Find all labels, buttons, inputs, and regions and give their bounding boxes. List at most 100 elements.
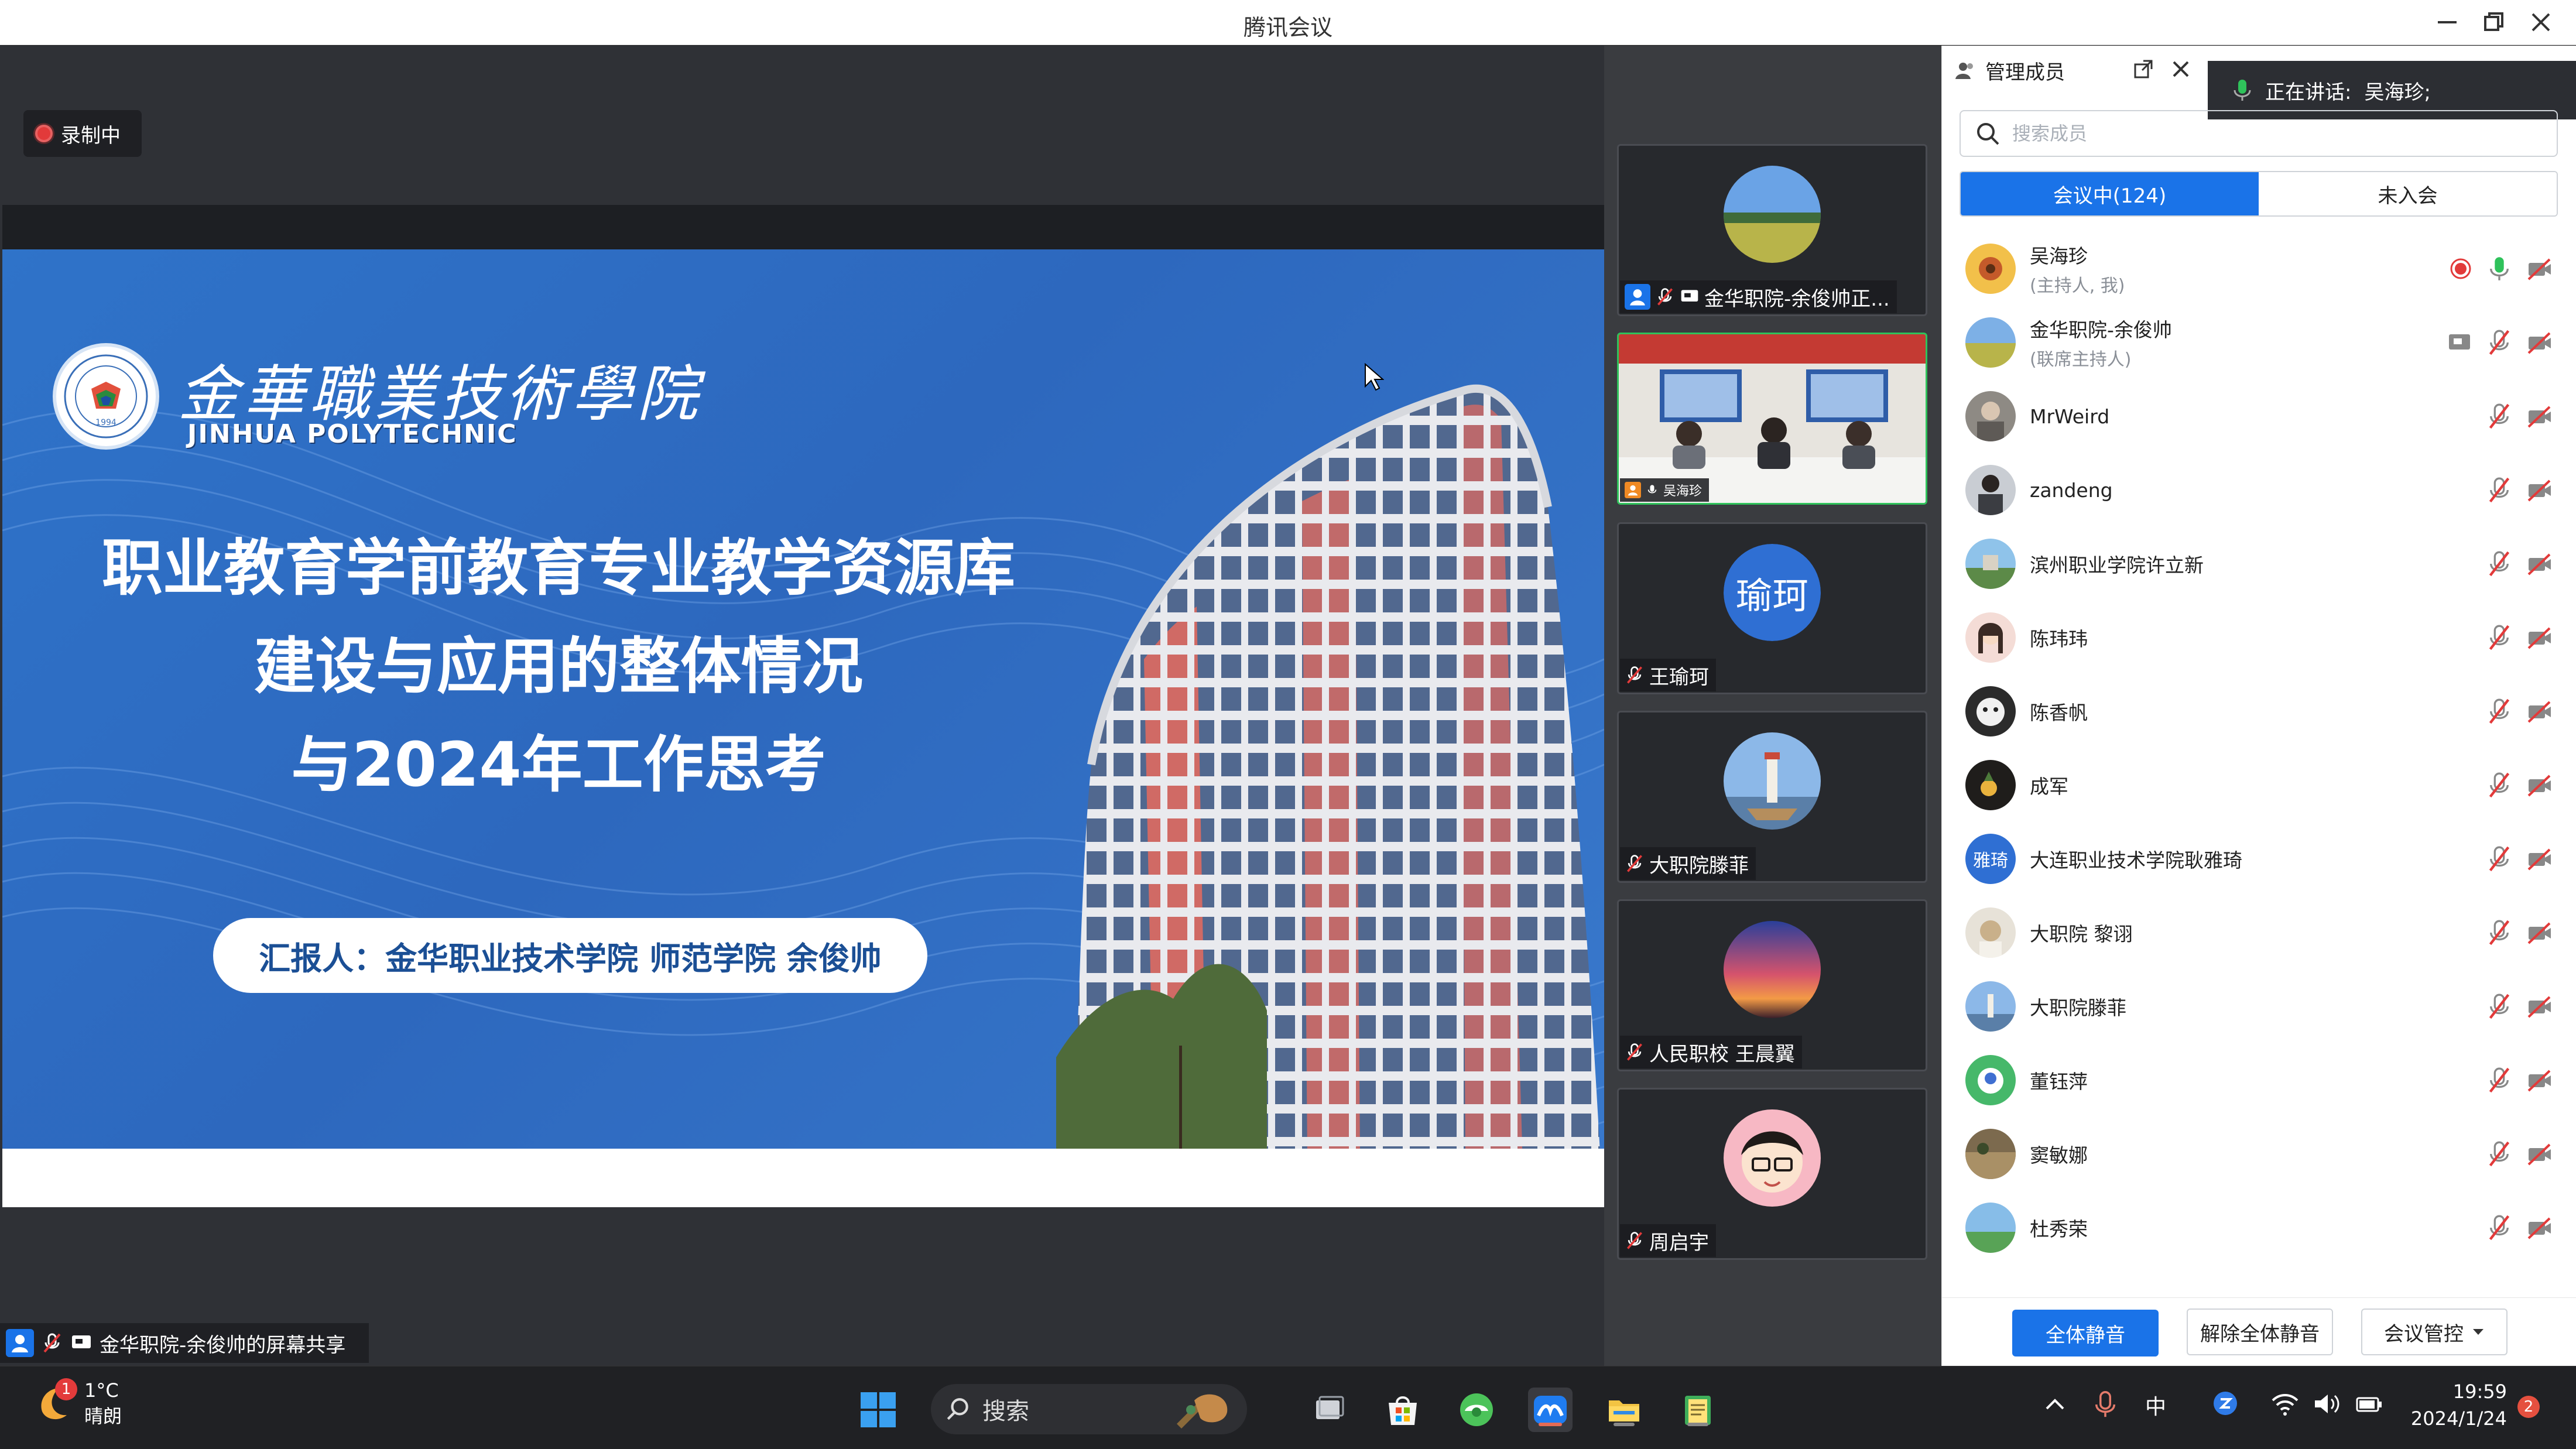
tray-overflow-button[interactable]: [2043, 1392, 2067, 1416]
browser-icon: [1460, 1393, 1493, 1426]
mic-muted-icon[interactable]: [2488, 1067, 2511, 1093]
clock-time: 19:59: [2452, 1381, 2507, 1403]
member-row[interactable]: 雅琦 大连职业技术学院耿雅琦: [1942, 822, 2576, 896]
mic-muted-icon[interactable]: [2488, 920, 2511, 946]
recording-indicator[interactable]: 录制中: [23, 110, 142, 157]
tencent-meeting-button[interactable]: [1528, 1388, 1573, 1432]
camera-off-icon[interactable]: [2526, 773, 2553, 797]
video-tile[interactable]: 瑜珂 王瑜珂: [1617, 522, 1927, 694]
system-clock[interactable]: 19:59 2024/1/24: [2404, 1378, 2507, 1432]
avatar: [1965, 907, 2016, 958]
tab-not-joined[interactable]: 未入会: [2259, 172, 2557, 215]
member-row[interactable]: 吴海珍 (主持人, 我): [1942, 232, 2576, 306]
camera-off-icon[interactable]: [2526, 257, 2553, 280]
camera-off-icon[interactable]: [2526, 1142, 2553, 1166]
start-button[interactable]: [856, 1388, 900, 1432]
battery-button[interactable]: [2355, 1392, 2384, 1416]
mic-muted-icon[interactable]: [2488, 625, 2511, 650]
mute-all-button[interactable]: 全体静音: [2012, 1310, 2159, 1356]
screen-share-label: 金华职院-余俊帅的屏幕共享: [0, 1323, 369, 1363]
camera-off-icon[interactable]: [2526, 478, 2553, 502]
member-name: 大连职业技术学院耿雅琦: [2030, 849, 2242, 872]
member-row[interactable]: 大职院滕菲: [1942, 970, 2576, 1043]
unmute-all-button[interactable]: 解除全体静音: [2187, 1308, 2333, 1355]
window-title: 腾讯会议: [1243, 15, 1332, 40]
member-row[interactable]: 大职院 黎诩: [1942, 896, 2576, 970]
member-row[interactable]: 成军: [1942, 748, 2576, 822]
camera-off-icon[interactable]: [2526, 331, 2553, 354]
minimize-button[interactable]: [2424, 5, 2471, 40]
weather-widget[interactable]: 1 1°C 晴朗: [33, 1378, 122, 1429]
member-name: 成军: [2030, 775, 2068, 798]
camera-off-icon[interactable]: [2526, 405, 2553, 428]
school-logo: 1994: [53, 343, 159, 450]
notepad-button[interactable]: [1676, 1388, 1720, 1432]
speaking-name: 吴海珍;: [2364, 80, 2431, 104]
taskbar-search[interactable]: 搜索: [931, 1384, 1247, 1434]
mic-muted-icon[interactable]: [2488, 698, 2511, 724]
member-name: 杜秀荣: [2030, 1218, 2088, 1241]
video-tile-active[interactable]: 吴海珍: [1617, 333, 1927, 505]
video-tile[interactable]: 大职院滕菲: [1617, 711, 1927, 883]
presentation-slide: 1994 金華職業技術學院 JINHUA POLYTECHNIC 职业教育学前教…: [2, 205, 1604, 1207]
wifi-button[interactable]: [2270, 1391, 2300, 1417]
tray-app-icon: [2214, 1392, 2237, 1415]
mic-muted-icon[interactable]: [2488, 994, 2511, 1019]
video-tile[interactable]: 周启宇: [1617, 1088, 1927, 1260]
tray-app-button[interactable]: [2212, 1390, 2239, 1417]
camera-off-icon[interactable]: [2526, 1216, 2553, 1239]
mic-muted-icon[interactable]: [2488, 1215, 2511, 1241]
member-management-panel: 管理成员 正在讲话: 吴海珍; 会议中(124) 未入会: [1941, 46, 2576, 1366]
store-button[interactable]: [1381, 1388, 1425, 1432]
member-row[interactable]: 陈香帆: [1942, 674, 2576, 748]
wifi-icon: [2272, 1394, 2298, 1416]
volume-button[interactable]: [2313, 1391, 2342, 1417]
member-row[interactable]: 金华职院-余俊帅 (联席主持人): [1942, 306, 2576, 379]
tab-in-meeting[interactable]: 会议中(124): [1961, 172, 2259, 215]
mic-muted-icon[interactable]: [2488, 330, 2511, 355]
mic-muted-icon[interactable]: [2488, 403, 2511, 429]
weather-badge: 1: [55, 1378, 77, 1400]
screen-share-icon: [2449, 334, 2470, 350]
member-row[interactable]: zandeng: [1942, 453, 2576, 527]
record-dot-icon: [35, 125, 53, 142]
member-row[interactable]: 陈玮玮: [1942, 601, 2576, 674]
camera-off-icon[interactable]: [2526, 921, 2553, 944]
file-explorer-button[interactable]: [1602, 1388, 1646, 1432]
restore-button[interactable]: [2471, 5, 2517, 40]
browser-button[interactable]: [1454, 1388, 1499, 1432]
close-window-button[interactable]: [2517, 5, 2564, 40]
popout-button[interactable]: [2132, 57, 2155, 83]
mic-muted-icon: [1625, 1042, 1645, 1062]
camera-off-icon[interactable]: [2526, 847, 2553, 871]
screen-share-icon: [1680, 287, 1700, 307]
member-row[interactable]: 杜秀荣: [1942, 1191, 2576, 1262]
mic-muted-icon[interactable]: [2488, 846, 2511, 872]
notification-badge[interactable]: 2: [2517, 1396, 2540, 1418]
search-input[interactable]: [2012, 122, 2516, 145]
close-panel-button[interactable]: [2169, 57, 2193, 83]
camera-off-icon[interactable]: [2526, 700, 2553, 723]
mic-muted-icon[interactable]: [2488, 477, 2511, 503]
video-tile[interactable]: 人民职校 王晨翼: [1617, 899, 1927, 1071]
tray-mic-button[interactable]: [2094, 1390, 2117, 1419]
speaking-label: 正在讲话:: [2265, 80, 2352, 104]
member-row[interactable]: 董钰萍: [1942, 1043, 2576, 1117]
camera-off-icon[interactable]: [2526, 552, 2553, 576]
camera-off-icon[interactable]: [2526, 1068, 2553, 1092]
mic-muted-icon[interactable]: [2488, 551, 2511, 577]
tile-name-label: 吴海珍: [1620, 478, 1710, 502]
clock-date: 2024/1/24: [2410, 1407, 2507, 1430]
member-row[interactable]: 窦敏娜: [1942, 1117, 2576, 1191]
meeting-control-button[interactable]: 会议管控: [2361, 1308, 2508, 1355]
mic-muted-icon[interactable]: [2488, 1141, 2511, 1167]
camera-off-icon[interactable]: [2526, 626, 2553, 649]
task-view-button[interactable]: [1307, 1388, 1351, 1432]
mic-on-icon[interactable]: [2488, 256, 2511, 282]
mic-muted-icon[interactable]: [2488, 772, 2511, 798]
member-row[interactable]: 滨州职业学院许立新: [1942, 527, 2576, 601]
video-tile[interactable]: 金华职院-余俊帅正...: [1617, 144, 1927, 316]
camera-off-icon[interactable]: [2526, 995, 2553, 1018]
member-row[interactable]: MrWeird: [1942, 379, 2576, 453]
ime-indicator[interactable]: 中: [2145, 1390, 2166, 1420]
